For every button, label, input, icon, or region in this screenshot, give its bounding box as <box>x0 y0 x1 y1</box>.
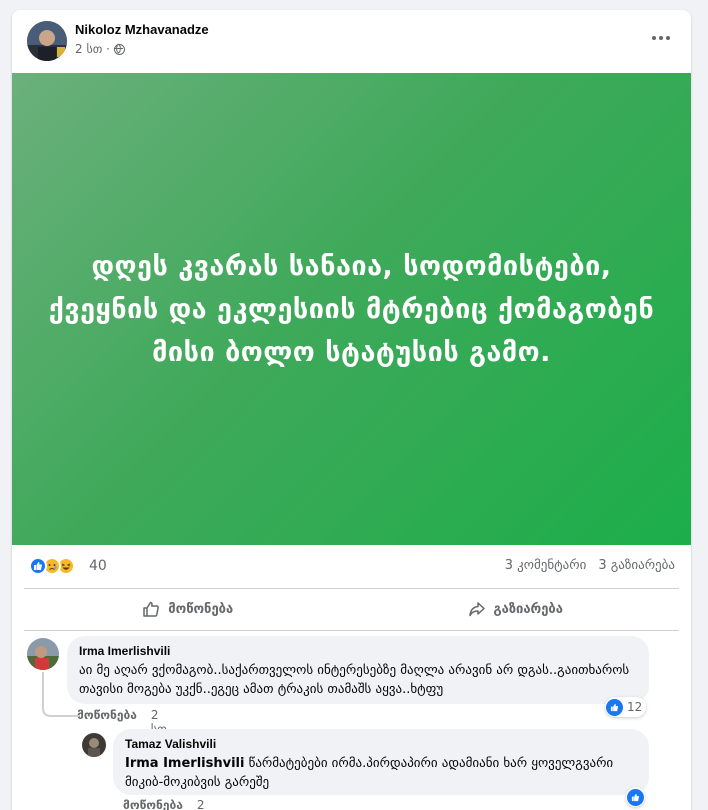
engagement-counts: 3 კომენტარი 3 გაზიარება <box>505 558 675 573</box>
like-button[interactable]: მოწონება <box>24 589 352 629</box>
reaction-icons[interactable] <box>29 557 75 575</box>
like-button-label: მოწონება <box>168 601 234 617</box>
post-time[interactable]: 2 სთ · <box>75 42 110 56</box>
post-background: დღეს კვარას სანაია, სოდომისტები, ქვეყნის… <box>12 73 691 545</box>
post-card: Nikoloz Mzhavanadze 2 სთ · დღეს კვარას ს… <box>12 10 691 810</box>
share-icon <box>468 602 485 617</box>
replier-avatar[interactable] <box>82 733 106 757</box>
commenter-avatar[interactable] <box>27 638 59 670</box>
reply-like-link[interactable]: მოწონება <box>123 798 183 810</box>
comment-text: აი მე აღარ ვქომაგობ..საქართველოს ინტერეს… <box>79 663 630 697</box>
like-icon <box>606 698 623 716</box>
reply-bubble: Tamaz Valishvili Irma Imerlishvili წარმა… <box>113 729 649 795</box>
share-count[interactable]: 3 გაზიარება <box>598 558 675 573</box>
reply-time[interactable]: 2 სთ <box>197 798 213 810</box>
divider-bottom <box>24 630 679 631</box>
globe-icon <box>113 43 125 55</box>
like-icon <box>627 788 644 806</box>
reply-thread-line <box>42 672 79 717</box>
share-button[interactable]: გაზიარება <box>352 589 680 629</box>
post-header: Nikoloz Mzhavanadze 2 სთ · <box>12 10 691 72</box>
author-name[interactable]: Nikoloz Mzhavanadze <box>75 22 209 37</box>
post-text: დღეს კვარას სანაია, სოდომისტები, ქვეყნის… <box>48 250 655 368</box>
reactions-summary: 40 3 კომენტარი 3 გაზიარება <box>12 545 691 587</box>
replier-name[interactable]: Tamaz Valishvili <box>125 737 637 751</box>
comment-reaction-count: 12 <box>627 700 643 714</box>
reply-reactions[interactable] <box>626 787 645 807</box>
like-icon <box>29 557 47 575</box>
comment-bubble: Irma Imerlishvili აი მე აღარ ვქომაგობ..ს… <box>67 636 649 704</box>
post-meta: 2 სთ · <box>75 42 125 56</box>
comment-reactions[interactable]: 12 <box>605 697 647 717</box>
comment-count[interactable]: 3 კომენტარი <box>505 558 587 573</box>
reply-actions: მოწონება 2 სთ <box>123 798 213 810</box>
action-bar: მოწონება გაზიარება <box>24 589 679 629</box>
commenter-name[interactable]: Irma Imerlishvili <box>79 644 637 658</box>
reply-text: Irma Imerlishvili წარმატებები ირმა.პირდა… <box>125 754 637 792</box>
reaction-count[interactable]: 40 <box>89 558 107 574</box>
mention-link[interactable]: Irma Imerlishvili <box>125 756 244 771</box>
thumbs-up-icon <box>143 601 160 617</box>
author-avatar[interactable] <box>27 21 67 61</box>
more-options-icon[interactable] <box>647 28 675 48</box>
share-button-label: გაზიარება <box>493 601 563 617</box>
